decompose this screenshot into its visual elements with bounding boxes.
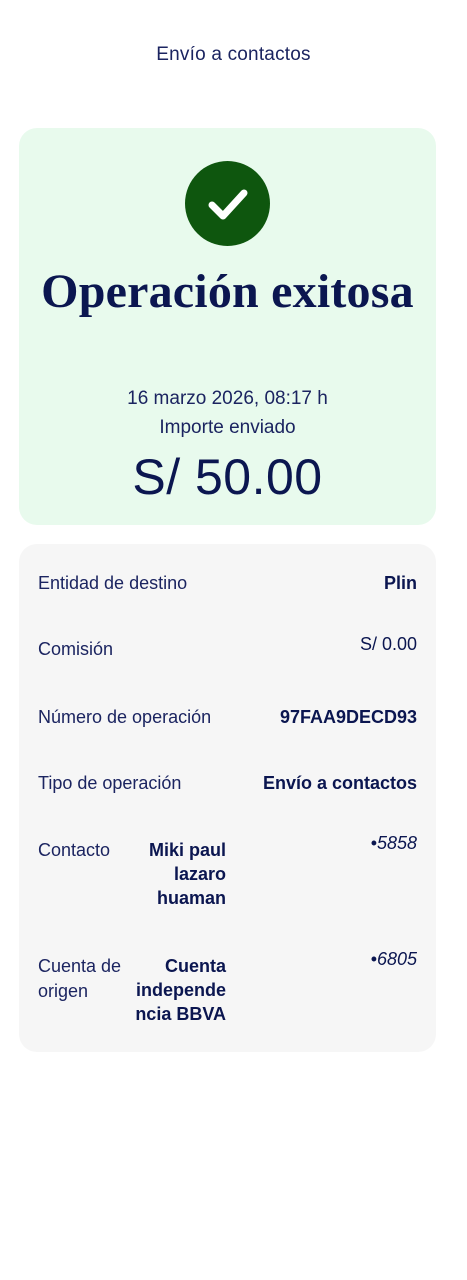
operation-receipt-screen: Envío a contactos Operación exitosa 16 m…: [0, 0, 467, 1280]
success-title: Operación exitosa: [41, 265, 414, 318]
commission-label: Comisión: [38, 639, 114, 659]
operation-type-value: Envío a contactos: [262, 773, 417, 793]
operation-type-label: Tipo de operación: [38, 773, 182, 793]
origin-account-name: Cuenta independe ncia BBVA: [126, 954, 226, 1026]
sent-amount: S/ 50.00: [132, 449, 323, 505]
origin-account-suffix: •6805: [370, 949, 417, 969]
origin-account-label: Cuenta de origen: [38, 954, 121, 1004]
amount-label: Importe enviado: [159, 417, 296, 438]
entity-value: Plin: [383, 573, 417, 593]
success-check-circle: [185, 161, 270, 246]
origin-account-name-line: Cuenta: [164, 956, 226, 976]
contact-name-line: Miki paul: [148, 840, 226, 860]
check-icon: [208, 189, 247, 219]
contact-number-suffix: •5858: [370, 833, 417, 853]
origin-account-label-line: origen: [38, 981, 89, 1001]
entity-label: Entidad de destino: [38, 573, 188, 593]
commission-value: S/ 0.00: [359, 634, 417, 654]
operation-date: 16 marzo 2026, 08:17 h: [127, 388, 328, 409]
operation-details-card: Entidad de destino Plin Comisión S/ 0.00…: [19, 544, 436, 1052]
operation-number-value: 97FAA9DECD93: [279, 707, 417, 727]
contact-label: Contacto: [38, 840, 111, 860]
contact-name-line: lazaro: [173, 864, 226, 884]
operation-number-label: Número de operación: [38, 707, 212, 727]
origin-account-label-line: Cuenta de: [38, 956, 122, 976]
contact-name-line: huaman: [156, 888, 226, 908]
page-title: Envío a contactos: [156, 44, 311, 65]
origin-account-name-line: ncia BBVA: [135, 1004, 226, 1024]
origin-account-name-line: independe: [135, 980, 226, 1000]
success-card: Operación exitosa 16 marzo 2026, 08:17 h…: [19, 128, 436, 525]
contact-name: Miki paul lazaro huaman: [126, 838, 226, 910]
